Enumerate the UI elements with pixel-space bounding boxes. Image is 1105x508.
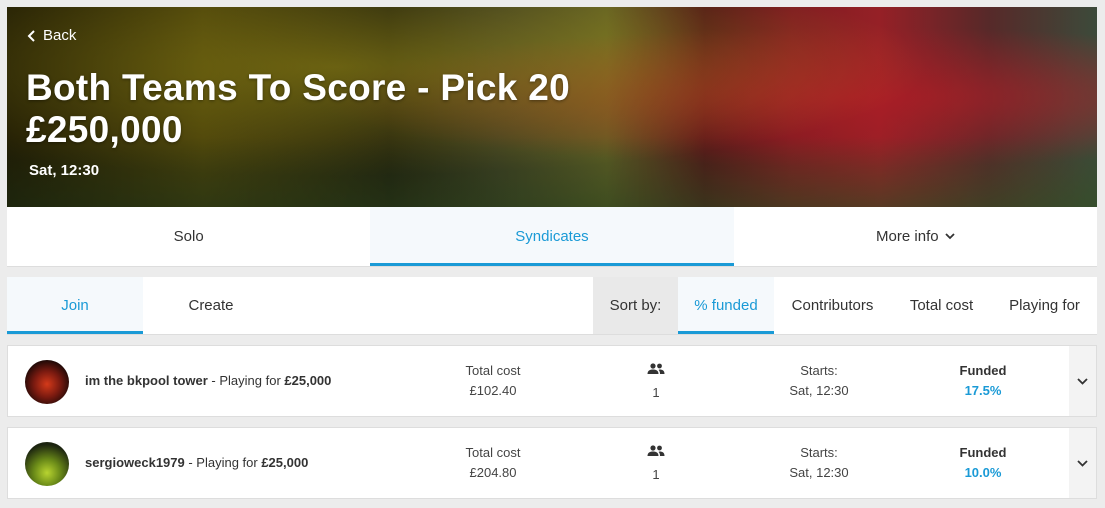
playing-for-text: - Playing for: [207, 373, 285, 388]
total-cost-label: Total cost: [465, 445, 521, 460]
chevron-down-icon: [944, 233, 955, 240]
syndicate-owner: sergioweck1979: [85, 455, 185, 470]
sort-contributors-label: Contributors: [791, 297, 874, 314]
total-cost-label: Total cost: [465, 363, 521, 378]
starts: Starts: Sat, 12:30: [778, 361, 860, 401]
funded-value: 17.5%: [964, 383, 1002, 398]
total-cost: Total cost £102.40: [448, 361, 538, 401]
sort-by-label: Sort by:: [593, 277, 678, 334]
people-icon: [647, 363, 665, 374]
funded-label: Funded: [959, 363, 1007, 378]
avatar: [25, 442, 69, 486]
contributors-count: 1: [652, 467, 660, 482]
expand-button[interactable]: [1069, 428, 1096, 498]
sort-playing-for-label: Playing for: [1009, 297, 1080, 314]
tab-create-label: Create: [188, 297, 234, 314]
tab-syndicates-label: Syndicates: [515, 228, 589, 245]
tab-solo-label: Solo: [173, 228, 204, 245]
tab-join[interactable]: Join: [7, 277, 143, 334]
tab-more-info[interactable]: More info: [734, 207, 1097, 266]
funded: Funded 10.0%: [943, 443, 1023, 483]
chevron-left-icon: [27, 29, 35, 42]
sort-total-cost[interactable]: Total cost: [891, 277, 992, 334]
contributors: 1: [646, 444, 666, 482]
funded-value: 10.0%: [964, 465, 1002, 480]
syndicate-name: sergioweck1979 - Playing for £25,000: [85, 455, 308, 470]
syndicate-name: im the bkpool tower - Playing for £25,00…: [85, 373, 331, 388]
playing-for-text: - Playing for: [184, 455, 262, 470]
page-title-line2: £250,000: [26, 109, 183, 150]
sort-percent-funded-label: % funded: [694, 297, 758, 314]
hero-banner: Back Both Teams To Score - Pick 20 £250,…: [7, 7, 1097, 207]
avatar: [25, 360, 69, 404]
page-title-line1: Both Teams To Score - Pick 20: [26, 67, 570, 108]
total-cost: Total cost £204.80: [448, 443, 538, 483]
mode-tabs: Solo Syndicates More info: [7, 207, 1097, 267]
sort-playing-for[interactable]: Playing for: [992, 277, 1097, 334]
chevron-down-icon: [1077, 377, 1088, 385]
syndicate-card[interactable]: sergioweck1979 - Playing for £25,000 Tot…: [7, 427, 1097, 499]
tab-create[interactable]: Create: [143, 277, 279, 334]
tab-syndicates[interactable]: Syndicates: [370, 207, 734, 266]
funded: Funded 17.5%: [943, 361, 1023, 401]
people-icon: [647, 445, 665, 456]
syndicate-card[interactable]: im the bkpool tower - Playing for £25,00…: [7, 345, 1097, 417]
starts-value: Sat, 12:30: [789, 465, 849, 480]
total-cost-value: £102.40: [469, 383, 517, 398]
syndicate-owner: im the bkpool tower: [85, 373, 208, 388]
contributors: 1: [646, 362, 666, 400]
starts-value: Sat, 12:30: [789, 383, 849, 398]
playing-for-amount: £25,000: [261, 455, 309, 470]
sort-contributors[interactable]: Contributors: [774, 277, 891, 334]
syndicate-toolbar: Join Create Sort by: % funded Contributo…: [7, 277, 1097, 335]
tab-solo[interactable]: Solo: [7, 207, 370, 266]
back-button[interactable]: Back: [27, 27, 76, 44]
starts-label: Starts:: [800, 445, 838, 460]
expand-button[interactable]: [1069, 346, 1096, 416]
starts: Starts: Sat, 12:30: [778, 443, 860, 483]
tab-join-label: Join: [61, 297, 89, 314]
chevron-down-icon: [1077, 459, 1088, 467]
total-cost-value: £204.80: [469, 465, 517, 480]
playing-for-amount: £25,000: [284, 373, 332, 388]
tab-more-info-label: More info: [876, 228, 939, 245]
back-label: Back: [43, 27, 77, 44]
contributors-count: 1: [652, 385, 660, 400]
sort-total-cost-label: Total cost: [909, 297, 974, 314]
page-title: Both Teams To Score - Pick 20 £250,000: [26, 67, 570, 151]
funded-label: Funded: [959, 445, 1007, 460]
hero-time: Sat, 12:30: [29, 162, 100, 179]
sort-percent-funded[interactable]: % funded: [678, 277, 774, 334]
starts-label: Starts:: [800, 363, 838, 378]
